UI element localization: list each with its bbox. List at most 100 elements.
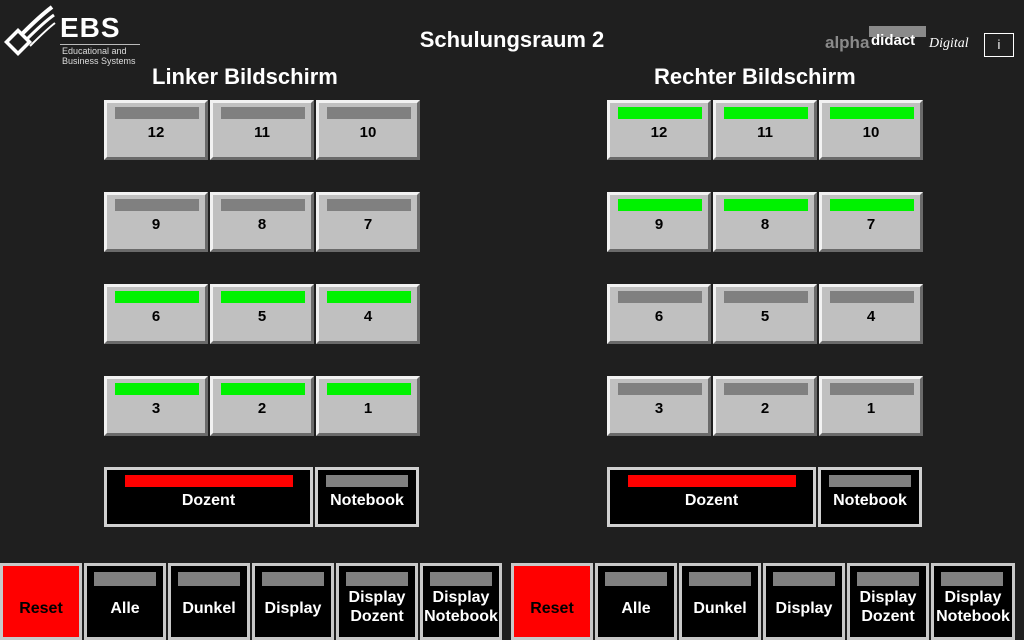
- right-screen-button-8[interactable]: 8: [713, 192, 817, 252]
- screen-status-indicator: [221, 383, 305, 395]
- button-indicator: [262, 572, 324, 586]
- label-line-2: Dozent: [861, 608, 915, 625]
- screen-number-label: 7: [866, 216, 876, 233]
- screen-number-label: 1: [866, 400, 876, 417]
- source-label: Notebook: [833, 492, 907, 509]
- right-display-notebook-button[interactable]: Display Notebook: [931, 563, 1015, 640]
- right-screen-button-3[interactable]: 3: [607, 376, 711, 436]
- screen-status-indicator: [830, 383, 914, 395]
- left-screen-button-9[interactable]: 9: [104, 192, 208, 252]
- screen-status-indicator: [618, 199, 702, 211]
- screen-number-label: 5: [760, 308, 770, 325]
- left-display-notebook-button[interactable]: Display Notebook: [420, 563, 502, 640]
- display-label: Display: [264, 600, 322, 617]
- logo-subtitle-line-2: Business Systems: [62, 56, 136, 66]
- reset-label: Reset: [530, 600, 574, 617]
- screen-status-indicator: [618, 291, 702, 303]
- right-screen-button-5[interactable]: 5: [713, 284, 817, 344]
- brand-didact: didact: [871, 32, 916, 49]
- right-screen-button-9[interactable]: 9: [607, 192, 711, 252]
- screen-number-label: 12: [650, 124, 668, 141]
- left-screen-button-12[interactable]: 12: [104, 100, 208, 160]
- left-screen-button-4[interactable]: 4: [316, 284, 420, 344]
- button-indicator: [346, 572, 408, 586]
- right-screen-title: Rechter Bildschirm: [654, 64, 856, 89]
- brand-digital: Digital: [929, 36, 969, 51]
- right-screen-button-11[interactable]: 11: [713, 100, 817, 160]
- right-reset-button[interactable]: Reset: [511, 563, 593, 640]
- screen-number-label: 4: [363, 308, 373, 325]
- right-screen-button-6[interactable]: 6: [607, 284, 711, 344]
- right-screen-button-1[interactable]: 1: [819, 376, 923, 436]
- source-label: Notebook: [330, 492, 404, 509]
- right-screen-button-12[interactable]: 12: [607, 100, 711, 160]
- source-indicator: [125, 475, 293, 487]
- screen-status-indicator: [327, 291, 411, 303]
- source-indicator: [628, 475, 796, 487]
- label-line-1: Display: [859, 589, 917, 606]
- screen-status-indicator: [221, 107, 305, 119]
- right-screen-button-10[interactable]: 10: [819, 100, 923, 160]
- screen-number-label: 4: [866, 308, 876, 325]
- screen-number-label: 11: [254, 124, 270, 141]
- screen-number-label: 2: [760, 400, 770, 417]
- display-dozent-label: Display Dozent: [850, 588, 926, 626]
- label-line-2: Notebook: [936, 608, 1010, 625]
- left-screen-title: Linker Bildschirm: [152, 64, 338, 89]
- left-display-dozent-button[interactable]: Display Dozent: [336, 563, 418, 640]
- right-dunkel-button[interactable]: Dunkel: [679, 563, 761, 640]
- left-screen-button-7[interactable]: 7: [316, 192, 420, 252]
- left-screen-button-8[interactable]: 8: [210, 192, 314, 252]
- brand-alpha: alpha: [825, 33, 870, 52]
- screen-number-label: 7: [363, 216, 373, 233]
- info-button[interactable]: i: [984, 33, 1014, 57]
- alle-label: Alle: [621, 600, 651, 617]
- screen-status-indicator: [327, 383, 411, 395]
- left-screen-button-10[interactable]: 10: [316, 100, 420, 160]
- right-screen-button-4[interactable]: 4: [819, 284, 923, 344]
- left-screen-button-1[interactable]: 1: [316, 376, 420, 436]
- screen-status-indicator: [221, 291, 305, 303]
- left-screen-button-3[interactable]: 3: [104, 376, 208, 436]
- right-display-dozent-button[interactable]: Display Dozent: [847, 563, 929, 640]
- right-display-button[interactable]: Display: [763, 563, 845, 640]
- button-indicator: [941, 572, 1003, 586]
- screen-number-label: 6: [654, 308, 664, 325]
- screen-status-indicator: [618, 383, 702, 395]
- left-screen-button-2[interactable]: 2: [210, 376, 314, 436]
- left-screen-button-6[interactable]: 6: [104, 284, 208, 344]
- alphadidact-digital-logo: alpha didact Digital: [822, 26, 982, 56]
- dunkel-label: Dunkel: [693, 600, 747, 617]
- screen-number-label: 9: [151, 216, 161, 233]
- left-alle-button[interactable]: Alle: [84, 563, 166, 640]
- right-alle-button[interactable]: Alle: [595, 563, 677, 640]
- display-notebook-label: Display Notebook: [934, 588, 1012, 626]
- left-display-button[interactable]: Display: [252, 563, 334, 640]
- screen-status-indicator: [724, 291, 808, 303]
- left-dunkel-button[interactable]: Dunkel: [168, 563, 250, 640]
- screen-number-label: 3: [151, 400, 161, 417]
- left-screen-button-11[interactable]: 11: [210, 100, 314, 160]
- right-source-dozent-button[interactable]: Dozent: [607, 467, 816, 527]
- display-notebook-label: Display Notebook: [423, 588, 499, 626]
- screen-status-indicator: [724, 383, 808, 395]
- left-source-notebook-button[interactable]: Notebook: [315, 467, 419, 527]
- button-indicator: [430, 572, 492, 586]
- label-line-2: Notebook: [424, 608, 498, 625]
- right-screen-button-2[interactable]: 2: [713, 376, 817, 436]
- source-label: Dozent: [684, 492, 739, 509]
- screen-number-label: 12: [147, 124, 165, 141]
- right-source-notebook-button[interactable]: Notebook: [818, 467, 922, 527]
- left-screen-button-5[interactable]: 5: [210, 284, 314, 344]
- screen-number-label: 10: [359, 124, 377, 141]
- screen-status-indicator: [115, 107, 199, 119]
- left-source-dozent-button[interactable]: Dozent: [104, 467, 313, 527]
- left-reset-button[interactable]: Reset: [0, 563, 82, 640]
- dunkel-label: Dunkel: [182, 600, 236, 617]
- right-screen-button-7[interactable]: 7: [819, 192, 923, 252]
- label-line-1: Display: [432, 589, 490, 606]
- label-line-2: Dozent: [350, 608, 404, 625]
- screen-number-label: 5: [257, 308, 267, 325]
- screen-number-label: 10: [862, 124, 880, 141]
- screen-status-indicator: [724, 107, 808, 119]
